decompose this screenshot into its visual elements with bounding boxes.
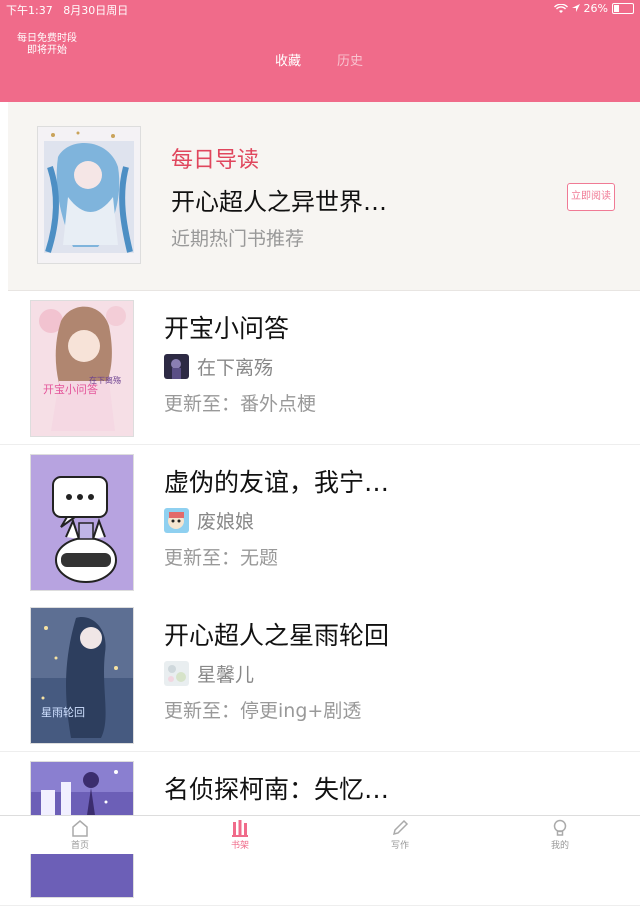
free-period-label: 每日免费时段 [17, 33, 77, 44]
author-name: 废娘娘 [197, 510, 255, 533]
author-avatar [164, 353, 189, 379]
book-cover-image[interactable]: 星雨轮回 [30, 607, 134, 744]
book-row[interactable]: 星雨轮回 开心超人之星雨轮回 星馨儿 更新至：停更ing+剧透 [0, 598, 640, 752]
update-chapter: 无题 [240, 547, 279, 569]
free-period-notice: 每日免费时段 即将开始 [12, 33, 82, 57]
author-name: 星馨儿 [197, 663, 255, 686]
featured-label: 每日导读 [171, 148, 260, 173]
featured-subtitle: 近期热门书推荐 [171, 228, 305, 250]
location-icon [571, 4, 580, 12]
cover-title-text: 星雨轮回 [41, 705, 85, 719]
nav-bookshelf[interactable]: 书架 [200, 818, 280, 851]
status-bar: 下午1:37 8月30日周日 26% [0, 0, 640, 18]
book-row[interactable]: 开宝小问答 在下离殇 开宝小问答 在下离殇 更新至：番外点梗 [0, 291, 640, 445]
nav-label: 我的 [550, 841, 569, 851]
book-cover-image[interactable] [30, 454, 134, 591]
book-author: 废娘娘 [164, 507, 254, 533]
update-prefix: 更新至： [164, 547, 241, 569]
battery-percent: 26% [583, 2, 608, 15]
wifi-icon [553, 3, 568, 13]
tab-history[interactable]: 历史 [337, 50, 363, 69]
book-update: 更新至：停更ing+剧透 [164, 696, 361, 723]
tab-favorites[interactable]: 收藏 [275, 50, 301, 69]
top-header: 下午1:37 8月30日周日 26% 每日免费时段 即将开始 收藏 历史 [0, 0, 640, 102]
date-text: 8月30日周日 [63, 4, 129, 17]
featured-title[interactable]: 开心超人之异世界… [171, 182, 387, 217]
bookshelf-icon [232, 820, 248, 837]
update-prefix: 更新至： [164, 700, 241, 722]
battery-level [614, 5, 620, 12]
nav-label: 写作 [390, 841, 409, 851]
nav-write[interactable]: 写作 [360, 818, 440, 851]
featured-cover-image[interactable] [37, 126, 141, 264]
status-time: 下午1:37 8月30日周日 [6, 2, 128, 18]
read-now-button[interactable]: 立即阅读 [567, 183, 615, 211]
daily-featured-card[interactable]: 每日导读 开心超人之异世界… 近期热门书推荐 立即阅读 [8, 102, 640, 291]
update-chapter: 停更ing+剧透 [240, 700, 362, 722]
book-title[interactable]: 开宝小问答 [164, 309, 289, 345]
book-update: 更新至：无题 [164, 543, 278, 570]
free-period-status: 即将开始 [27, 45, 67, 56]
status-right: 26% [553, 2, 634, 15]
nav-label: 首页 [70, 841, 89, 851]
nav-profile[interactable]: 我的 [520, 818, 600, 851]
nav-label: 书架 [230, 841, 249, 851]
author-name: 在下离殇 [197, 356, 274, 379]
book-cover-image[interactable]: 开宝小问答 在下离殇 [30, 300, 134, 437]
bulb-icon [553, 819, 567, 836]
book-title[interactable]: 名侦探柯南：失忆… [164, 770, 389, 806]
book-title[interactable]: 开心超人之星雨轮回 [164, 616, 389, 652]
update-chapter: 番外点梗 [240, 393, 317, 415]
book-title[interactable]: 虚伪的友谊，我宁… [164, 463, 389, 499]
home-icon [72, 820, 88, 837]
book-update: 更新至：番外点梗 [164, 389, 316, 416]
update-prefix: 更新至： [164, 393, 241, 415]
author-avatar [164, 507, 189, 533]
time-text: 下午1:37 [6, 4, 53, 17]
nav-home[interactable]: 首页 [40, 818, 120, 851]
book-author: 在下离殇 [164, 353, 273, 379]
cover-author-tag: 在下离殇 [89, 375, 121, 385]
battery-icon [612, 3, 634, 14]
author-avatar [164, 660, 189, 686]
book-row[interactable]: 虚伪的友谊，我宁… 废娘娘 更新至：无题 [0, 445, 640, 599]
pencil-icon [392, 819, 409, 836]
bottom-navigation: 首页 书架 写作 我的 [0, 815, 640, 854]
book-author: 星馨儿 [164, 660, 254, 686]
